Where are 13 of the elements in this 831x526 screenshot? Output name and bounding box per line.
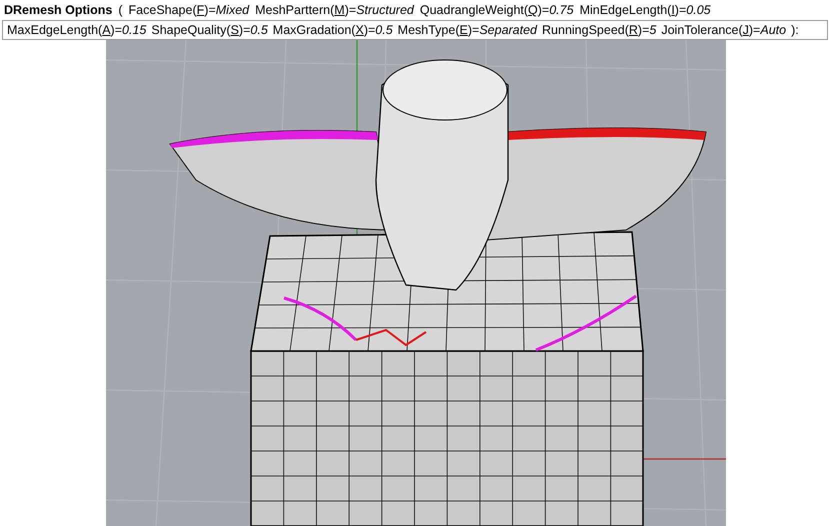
option-link[interactable]: JoinTolerance(J)=Auto xyxy=(661,23,786,37)
option-link[interactable]: MeshParttern(M)=Structured xyxy=(255,3,414,17)
option-link[interactable]: FaceShape(F)=Mixed xyxy=(128,3,250,17)
close-paren: ): xyxy=(791,23,799,37)
command-title: DRemesh Options xyxy=(4,3,112,17)
open-paren: ( xyxy=(118,3,123,17)
option-link[interactable]: MaxGradation(X)=0.5 xyxy=(272,23,393,37)
option-link[interactable]: QuadrangleWeight(Q)=0.75 xyxy=(420,3,574,17)
option-link[interactable]: MinEdgeLength(I)=0.05 xyxy=(580,3,711,17)
option-link[interactable]: MeshType(E)=Separated xyxy=(398,23,538,37)
option-link[interactable]: RunningSpeed(R)=5 xyxy=(542,23,656,37)
option-link[interactable]: ShapeQuality(S)=0.5 xyxy=(151,23,268,37)
option-link[interactable]: MaxEdgeLength(A)=0.15 xyxy=(7,23,146,37)
